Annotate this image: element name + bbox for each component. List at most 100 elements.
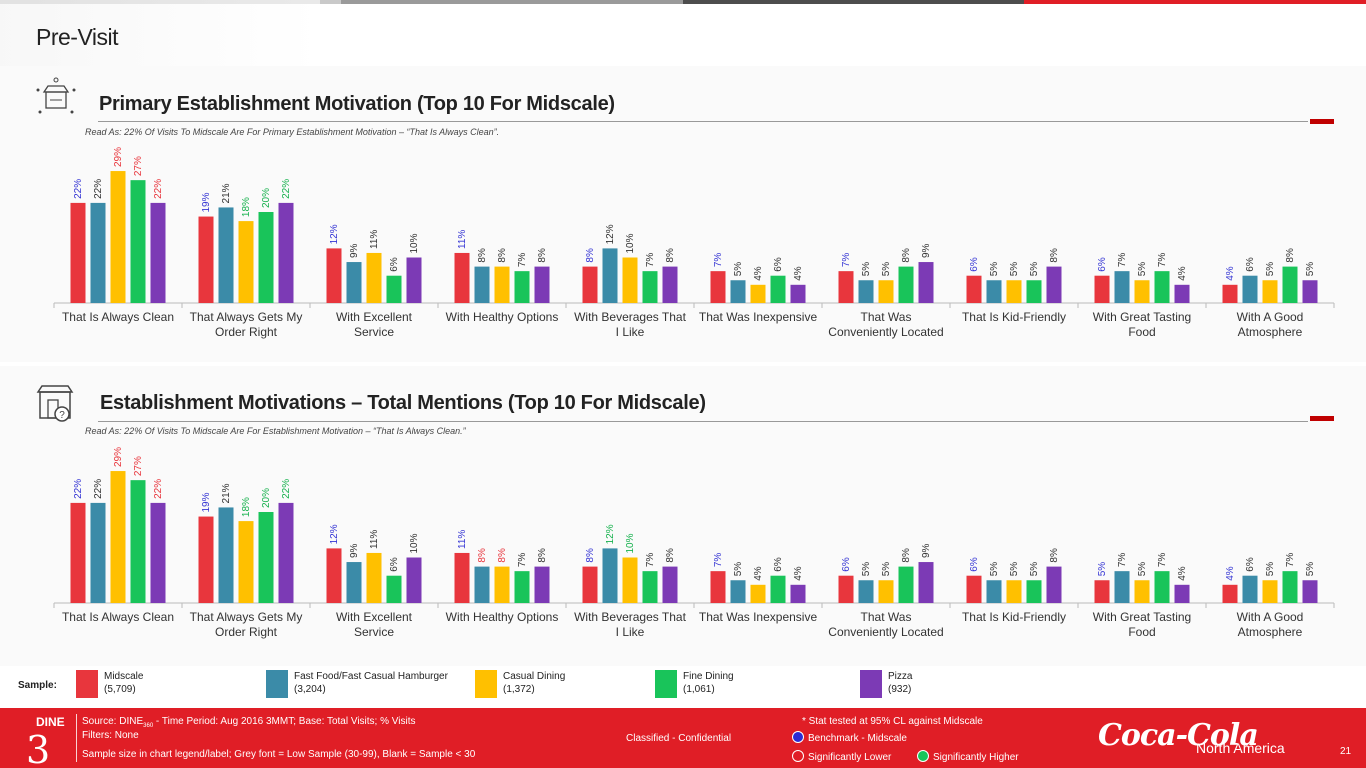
data-label: 7%: [713, 253, 724, 268]
category-label: That Was Inexpensive: [699, 610, 818, 624]
category-label: Order Right: [215, 625, 278, 639]
bar: [198, 516, 214, 603]
legend-sample: (3,204): [294, 684, 326, 695]
sig-higher-legend: Significantly Higher: [917, 750, 1019, 763]
data-label: 7%: [1117, 553, 1128, 568]
data-label: 7%: [1285, 553, 1296, 568]
category-label: That Was Inexpensive: [699, 310, 818, 324]
data-label: 12%: [329, 524, 340, 544]
data-label: 4%: [793, 266, 804, 281]
data-label: 11%: [369, 230, 380, 249]
bar: [218, 207, 234, 303]
bar: [238, 521, 254, 603]
bar: [70, 202, 86, 303]
bar: [918, 562, 934, 603]
data-label: 6%: [1245, 257, 1256, 272]
bar: [326, 548, 342, 603]
category-label: I Like: [616, 325, 645, 339]
category-label: Service: [354, 325, 394, 339]
bar: [1134, 280, 1150, 303]
data-label: 12%: [329, 224, 340, 244]
bar: [1222, 584, 1238, 603]
data-label: 7%: [645, 553, 656, 568]
legend-item-fast-food: Fast Food/Fast Casual Hamburger (3,204): [266, 670, 448, 700]
data-label: 8%: [1049, 248, 1060, 263]
data-label: 5%: [733, 562, 744, 577]
bar: [1006, 280, 1022, 303]
sig-higher-dot-icon: [917, 750, 929, 762]
legend-label: Casual Dining: [503, 671, 566, 682]
legend-item-pizza: Pizza (932): [860, 670, 912, 700]
bar: [878, 580, 894, 603]
bar: [622, 257, 638, 303]
data-label: 4%: [1177, 266, 1188, 281]
bar: [770, 575, 786, 603]
bar: [494, 566, 510, 603]
legend-swatch: [266, 670, 288, 698]
bar: [770, 275, 786, 303]
data-label: 8%: [497, 248, 508, 263]
data-label: 5%: [989, 262, 1000, 277]
data-label: 5%: [881, 262, 892, 277]
category-label: That Is Kid-Friendly: [962, 610, 1066, 624]
bar: [534, 266, 550, 303]
benchmark-legend: Benchmark - Midscale: [792, 731, 907, 744]
data-label: 9%: [921, 243, 932, 258]
bar: [1114, 271, 1130, 303]
bar: [1046, 566, 1062, 603]
data-label: 6%: [969, 257, 980, 272]
category-label: With A Good: [1237, 310, 1304, 324]
bar: [366, 252, 382, 303]
data-label: 12%: [605, 224, 616, 244]
bar: [1154, 571, 1170, 603]
data-label: 6%: [1245, 557, 1256, 572]
data-label: 27%: [133, 456, 144, 476]
data-label: 5%: [1009, 262, 1020, 277]
bar: [110, 171, 126, 303]
bar: [494, 266, 510, 303]
category-label: Atmosphere: [1238, 325, 1303, 339]
bar: [838, 271, 854, 303]
bar: [474, 266, 490, 303]
sample-note-text: Sample size in chart legend/label; Grey …: [82, 749, 476, 760]
data-label: 5%: [861, 262, 872, 277]
legend-label: Fast Food/Fast Casual Hamburger: [294, 671, 448, 682]
data-label: 6%: [389, 557, 400, 572]
bar: [366, 552, 382, 603]
data-label: 7%: [1157, 253, 1168, 268]
section-2-read-as: Read As: 22% Of Visits To Midscale Are F…: [85, 426, 466, 436]
data-label: 7%: [645, 253, 656, 268]
data-label: 5%: [989, 562, 1000, 577]
bar: [454, 252, 470, 303]
data-label: 22%: [153, 179, 164, 199]
data-label: 6%: [773, 257, 784, 272]
legend-sample: (5,709): [104, 684, 136, 695]
legend-item-fine-dining: Fine Dining (1,061): [655, 670, 734, 700]
category-label: Service: [354, 625, 394, 639]
store-question-icon: ?: [34, 382, 78, 426]
data-label: 18%: [241, 497, 252, 517]
dine-logo-number: 3: [26, 728, 51, 768]
bar: [662, 266, 678, 303]
data-label: 7%: [841, 253, 852, 268]
category-label: Conveniently Located: [828, 325, 943, 339]
bar: [386, 575, 402, 603]
data-label: 29%: [113, 447, 124, 467]
legend-title: Sample:: [18, 680, 57, 691]
bar: [878, 280, 894, 303]
data-label: 4%: [1225, 266, 1236, 281]
bar: [918, 262, 934, 303]
bar: [790, 584, 806, 603]
section-2-accent: [1310, 416, 1334, 421]
bar: [710, 571, 726, 603]
data-label: 8%: [901, 248, 912, 263]
data-label: 5%: [1137, 262, 1148, 277]
data-label: 22%: [93, 179, 104, 199]
data-label: 11%: [457, 230, 468, 249]
bar: [642, 271, 658, 303]
bar: [150, 502, 166, 603]
bar: [534, 566, 550, 603]
bar: [1094, 580, 1110, 603]
legend-item-casual-dining: Casual Dining (1,372): [475, 670, 565, 700]
bar: [790, 284, 806, 303]
